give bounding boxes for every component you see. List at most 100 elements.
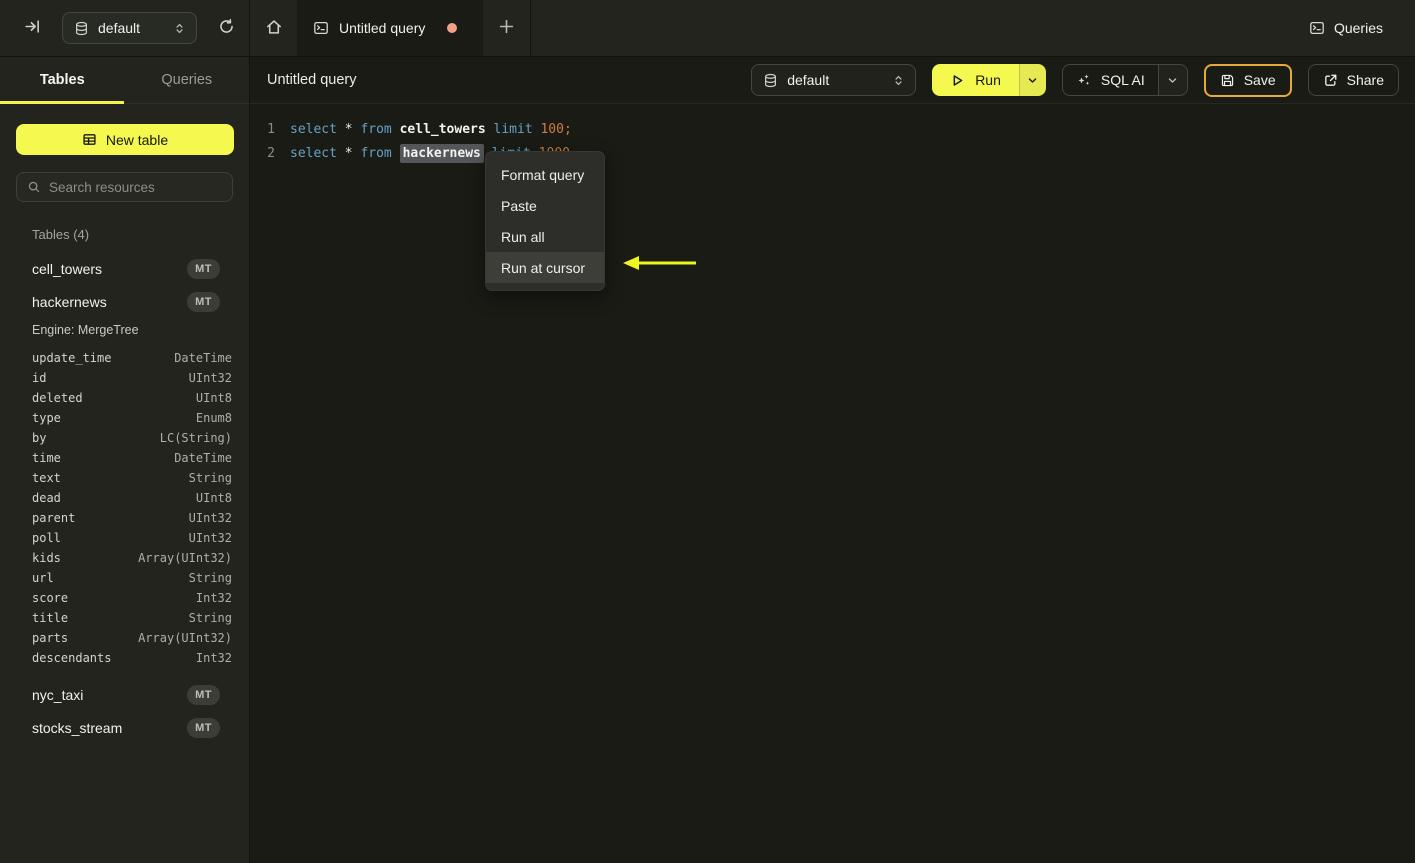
search-input[interactable] bbox=[49, 179, 222, 195]
column-row: dead UInt8 bbox=[0, 488, 249, 508]
column-type: DateTime bbox=[174, 351, 232, 365]
sidebar-tab-tables[interactable]: Tables bbox=[0, 57, 125, 103]
code-token: select bbox=[290, 145, 337, 161]
sidebar-tabs: Tables Queries bbox=[0, 57, 249, 104]
column-type: Enum8 bbox=[195, 411, 232, 425]
chevron-down-icon bbox=[1167, 75, 1178, 86]
sql-ai-label: SQL AI bbox=[1100, 72, 1145, 88]
column-name: time bbox=[32, 451, 61, 465]
sparkles-icon bbox=[1076, 72, 1092, 88]
save-button[interactable]: Save bbox=[1203, 63, 1292, 97]
line-number: 2 bbox=[267, 145, 275, 161]
new-table-label: New table bbox=[105, 131, 169, 148]
engine-badge: MT bbox=[187, 258, 220, 279]
code-line[interactable]: 2select * from hackernews limit 1000 bbox=[250, 141, 1415, 165]
column-type: String bbox=[188, 471, 232, 485]
engine-badge: MT bbox=[187, 717, 220, 738]
table-name: nyc_taxi bbox=[32, 686, 84, 703]
line-number: 1 bbox=[267, 121, 275, 137]
column-row: descendants Int32 bbox=[0, 648, 249, 668]
table-name: stocks_stream bbox=[32, 719, 123, 736]
query-title: Untitled query bbox=[267, 72, 357, 88]
database-icon bbox=[74, 21, 89, 36]
run-options-button[interactable] bbox=[1018, 64, 1046, 96]
sidebar: Tables Queries New table Search resource… bbox=[0, 57, 250, 863]
sql-editor[interactable]: 1 select * from cell_towers limit 100; 2 se… bbox=[250, 104, 1415, 863]
search-box bbox=[16, 172, 233, 202]
code-token: * bbox=[336, 121, 361, 137]
column-name: parts bbox=[32, 631, 69, 645]
code-line[interactable]: 1 select * from cell_towers limit 100; bbox=[250, 117, 1415, 141]
share-button[interactable]: Share bbox=[1307, 64, 1399, 96]
column-row: url String bbox=[0, 568, 249, 588]
code-token: select bbox=[290, 121, 337, 137]
column-name: parent bbox=[32, 511, 76, 525]
home-icon bbox=[265, 18, 283, 39]
column-row: deleted UInt8 bbox=[0, 388, 249, 408]
sidebar-body: New table Tables (4) cell_towersMThacker… bbox=[0, 104, 249, 863]
column-row: parts Array(UInt32) bbox=[0, 628, 249, 648]
search-icon bbox=[27, 180, 41, 194]
sql-ai-button[interactable]: SQL AI bbox=[1063, 65, 1158, 95]
table-name: cell_towers bbox=[32, 260, 103, 277]
column-type: UInt32 bbox=[188, 511, 232, 525]
column-row: poll UInt32 bbox=[0, 528, 249, 548]
menu-item[interactable]: Paste bbox=[486, 190, 604, 221]
column-row: kids Array(UInt32) bbox=[0, 548, 249, 568]
refresh-icon bbox=[218, 18, 235, 38]
editor-lines: 1 select * from cell_towers limit 100; 2 se… bbox=[250, 117, 1415, 165]
code-token: cell_towers bbox=[399, 121, 486, 137]
topbar-left: default bbox=[0, 0, 250, 56]
topbar-right: Queries bbox=[1301, 0, 1415, 56]
code-token: limit bbox=[493, 121, 533, 137]
table-row[interactable]: hackernews MT bbox=[0, 285, 249, 318]
column-name: descendants bbox=[32, 651, 112, 665]
table-grid-icon bbox=[82, 132, 97, 147]
refresh-button[interactable] bbox=[214, 14, 239, 42]
home-button[interactable] bbox=[250, 0, 297, 56]
share-icon bbox=[1323, 73, 1338, 88]
column-row: by LC(String) bbox=[0, 428, 249, 448]
active-tab-underline bbox=[0, 101, 124, 104]
column-type: LC(String) bbox=[159, 431, 232, 445]
column-row: parent UInt32 bbox=[0, 508, 249, 528]
database-selector-toolbar[interactable]: default bbox=[751, 64, 917, 96]
menu-item[interactable]: Format query bbox=[486, 159, 604, 190]
tabstrip: Untitled query bbox=[250, 0, 531, 56]
run-button-label: Run bbox=[975, 72, 1001, 88]
context-menu: Format query Paste Run all Run at cursor bbox=[485, 151, 605, 291]
updown-chevron-icon bbox=[173, 22, 186, 35]
sql-ai-options-button[interactable] bbox=[1157, 65, 1187, 95]
tab-untitled-query[interactable]: Untitled query bbox=[297, 0, 483, 56]
column-name: update_time bbox=[32, 351, 112, 365]
run-button[interactable]: Run bbox=[932, 64, 1019, 96]
query-header: Untitled query default Run SQL AI Save S… bbox=[250, 57, 1415, 104]
table-row[interactable]: cell_towers MT bbox=[0, 252, 249, 285]
database-icon bbox=[763, 73, 778, 88]
table-row[interactable]: nyc_taxi MT bbox=[0, 678, 249, 711]
engine-badge: MT bbox=[187, 291, 220, 312]
column-type: UInt8 bbox=[195, 391, 232, 405]
play-icon bbox=[950, 73, 965, 88]
queries-button[interactable]: Queries bbox=[1301, 14, 1391, 42]
database-selector-top[interactable]: default bbox=[62, 12, 197, 44]
sql-console: default Untitled query Queries Tables Qu… bbox=[0, 0, 1415, 863]
sidebar-tab-queries[interactable]: Queries bbox=[125, 57, 250, 103]
menu-item[interactable]: Run at cursor bbox=[486, 252, 604, 283]
menu-item[interactable]: Run all bbox=[486, 221, 604, 252]
column-type: String bbox=[188, 571, 232, 585]
column-type: Array(UInt32) bbox=[138, 631, 232, 645]
share-button-label: Share bbox=[1346, 72, 1384, 88]
tables-section-label: Tables (4) bbox=[32, 227, 90, 242]
column-type: String bbox=[188, 611, 232, 625]
collapse-sidebar-button[interactable] bbox=[20, 14, 45, 42]
column-name: dead bbox=[32, 491, 61, 505]
column-type: Int32 bbox=[195, 651, 232, 665]
column-name: poll bbox=[32, 531, 61, 545]
code-token: from bbox=[360, 145, 392, 161]
new-tab-button[interactable] bbox=[483, 0, 530, 56]
table-row[interactable]: stocks_stream MT bbox=[0, 711, 249, 744]
new-table-button[interactable]: New table bbox=[16, 124, 234, 155]
column-list: update_time DateTime id UInt32 deleted UInt8 t… bbox=[0, 348, 249, 668]
